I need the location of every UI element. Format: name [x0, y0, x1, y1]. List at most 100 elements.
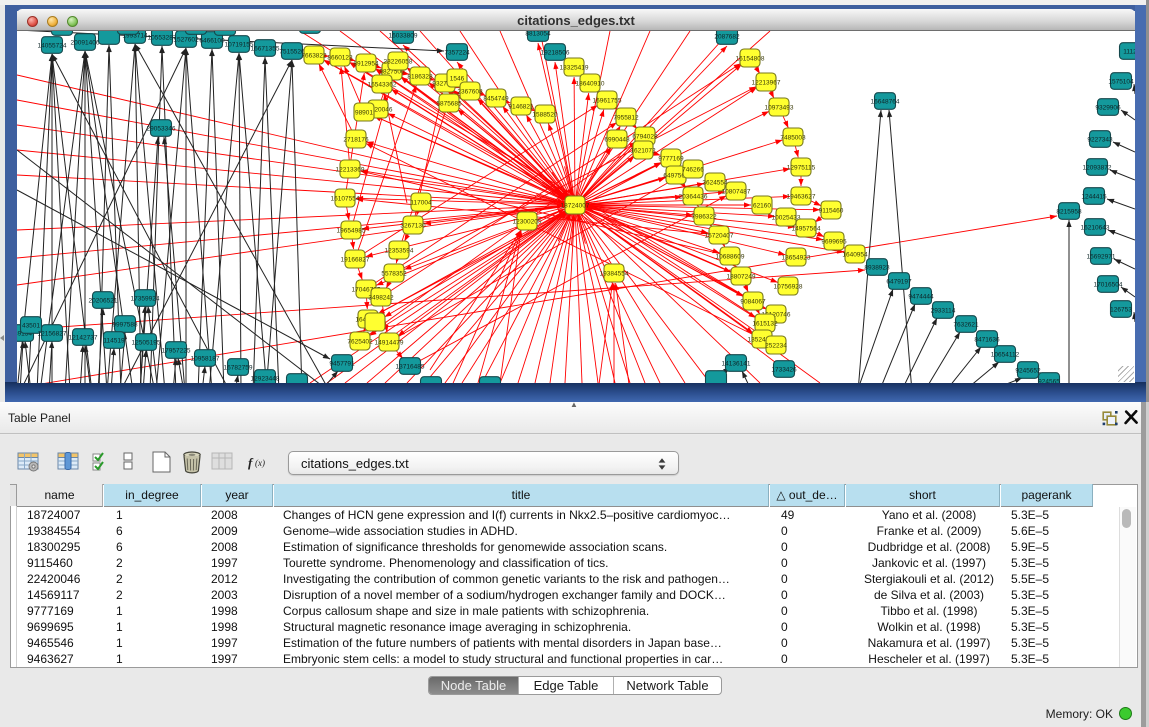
- svg-text:13654923: 13654923: [782, 255, 811, 262]
- svg-text:8660123: 8660123: [327, 55, 353, 62]
- svg-text:16961755: 16961755: [593, 98, 622, 105]
- svg-text:1575104: 1575104: [1108, 79, 1134, 86]
- svg-text:924565: 924565: [1038, 379, 1060, 384]
- svg-text:15720407: 15720407: [705, 233, 734, 240]
- svg-text:12353594: 12353594: [385, 248, 414, 255]
- svg-text:7986322: 7986322: [691, 214, 717, 221]
- svg-text:8215958: 8215958: [1056, 209, 1082, 216]
- svg-text:9997588: 9997588: [112, 322, 138, 329]
- svg-text:6794028: 6794028: [632, 134, 658, 141]
- svg-text:(x): (x): [255, 458, 265, 468]
- svg-text:20364436: 20364436: [679, 194, 708, 201]
- svg-text:3624554: 3624554: [702, 180, 728, 187]
- svg-text:6479197: 6479197: [886, 279, 912, 286]
- svg-text:8938923: 8938923: [864, 265, 890, 272]
- svg-text:13325419: 13325419: [560, 65, 589, 72]
- svg-text:14957564: 14957564: [792, 226, 821, 233]
- svg-text:12213967: 12213967: [752, 80, 781, 87]
- svg-text:9227343: 9227343: [1087, 137, 1113, 144]
- svg-text:16154808: 16154808: [736, 56, 765, 63]
- svg-text:5578352: 5578352: [381, 271, 407, 278]
- svg-text:9457791: 9457791: [329, 361, 355, 368]
- svg-text:7632621: 7632621: [953, 322, 979, 329]
- svg-text:62160: 62160: [753, 203, 771, 210]
- svg-text:10688609: 10688609: [716, 254, 745, 261]
- svg-text:16210643: 16210643: [1081, 225, 1110, 232]
- svg-text:9115460: 9115460: [819, 208, 844, 215]
- svg-text:18807249: 18807249: [727, 274, 756, 281]
- svg-text:19218506: 19218506: [541, 50, 570, 57]
- svg-text:7625402: 7625402: [347, 339, 373, 346]
- svg-text:2933114: 2933114: [931, 308, 956, 315]
- svg-text:9245652: 9245652: [1015, 368, 1041, 375]
- svg-text:117004: 117004: [410, 200, 432, 207]
- svg-text:15692971: 15692971: [1087, 254, 1116, 261]
- svg-text:6990448: 6990448: [604, 137, 630, 144]
- svg-text:98901: 98901: [355, 110, 373, 117]
- svg-text:2087682: 2087682: [714, 34, 740, 41]
- svg-text:9474444: 9474444: [908, 294, 934, 301]
- svg-text:23226058: 23226058: [384, 59, 413, 66]
- svg-text:1621072: 1621072: [630, 148, 656, 155]
- svg-text:16543362: 16543362: [368, 82, 397, 89]
- svg-text:2718176: 2718176: [343, 137, 369, 144]
- svg-text:17359924: 17359924: [131, 296, 160, 303]
- svg-text:1588520: 1588520: [532, 112, 558, 119]
- svg-text:16782759: 16782759: [224, 365, 253, 372]
- svg-text:7955812: 7955812: [613, 115, 639, 122]
- svg-text:12300205: 12300205: [513, 219, 542, 226]
- svg-text:8912954: 8912954: [353, 61, 379, 68]
- svg-text:12505195: 12505195: [132, 340, 161, 347]
- svg-text:7485003: 7485003: [780, 135, 806, 142]
- svg-text:19654985: 19654985: [337, 228, 366, 235]
- svg-text:114519: 114519: [103, 338, 125, 345]
- svg-text:17016504: 17016504: [1094, 282, 1123, 289]
- svg-text:2367608: 2367608: [457, 89, 483, 96]
- svg-text:1527602: 1527602: [173, 37, 199, 44]
- svg-text:12213369: 12213369: [336, 167, 365, 174]
- svg-text:20206521: 20206521: [89, 298, 118, 305]
- svg-text:19384554: 19384554: [600, 271, 629, 278]
- svg-text:f: f: [248, 455, 254, 470]
- svg-text:10719155: 10719155: [225, 42, 254, 49]
- svg-text:7663822: 7663822: [301, 53, 327, 60]
- svg-text:13716485: 13716485: [396, 364, 425, 371]
- svg-text:9084067: 9084067: [740, 299, 766, 306]
- svg-text:3498242: 3498242: [368, 295, 394, 302]
- svg-text:9777169: 9777169: [658, 156, 684, 163]
- svg-text:5875685: 5875685: [436, 101, 462, 108]
- svg-text:8813054: 8813054: [525, 31, 551, 38]
- svg-text:8471636: 8471636: [974, 337, 1000, 344]
- svg-text:1546: 1546: [450, 76, 465, 83]
- svg-text:14914479: 14914479: [375, 340, 404, 347]
- svg-text:14055724: 14055724: [38, 43, 67, 50]
- svg-text:10958187: 10958187: [191, 356, 220, 363]
- svg-text:1615132: 1615132: [752, 321, 778, 328]
- svg-text:252234: 252234: [765, 343, 787, 350]
- svg-text:1244415: 1244415: [1081, 194, 1107, 201]
- svg-text:10654112: 10654112: [991, 352, 1020, 359]
- svg-text:1733426: 1733426: [771, 367, 797, 374]
- svg-text:7357224: 7357224: [444, 50, 470, 57]
- svg-text:12975115: 12975115: [787, 165, 816, 172]
- svg-text:8454749: 8454749: [483, 96, 509, 103]
- svg-text:16648764: 16648764: [871, 99, 900, 106]
- svg-text:126753: 126753: [1110, 307, 1132, 314]
- svg-text:9146821: 9146821: [508, 104, 534, 111]
- svg-text:9329906: 9329906: [1095, 105, 1121, 112]
- svg-text:16671355: 16671355: [251, 46, 280, 53]
- svg-text:18640910: 18640910: [576, 81, 605, 88]
- svg-text:1112: 1112: [1123, 49, 1135, 56]
- svg-text:12156827: 12156827: [38, 331, 67, 338]
- svg-text:20091406: 20091406: [71, 40, 100, 47]
- svg-text:43501: 43501: [22, 323, 40, 330]
- svg-text:19166827: 19166827: [341, 257, 370, 264]
- svg-text:6466100: 6466100: [199, 38, 225, 45]
- svg-text:19463627: 19463627: [787, 194, 816, 201]
- svg-text:12923448: 12923448: [251, 376, 280, 383]
- svg-text:9699695: 9699695: [821, 239, 847, 246]
- svg-text:10756928: 10756928: [774, 284, 803, 291]
- svg-text:3267130: 3267130: [400, 223, 426, 230]
- svg-text:12142737: 12142737: [69, 335, 98, 342]
- svg-text:8186328: 8186328: [407, 74, 433, 81]
